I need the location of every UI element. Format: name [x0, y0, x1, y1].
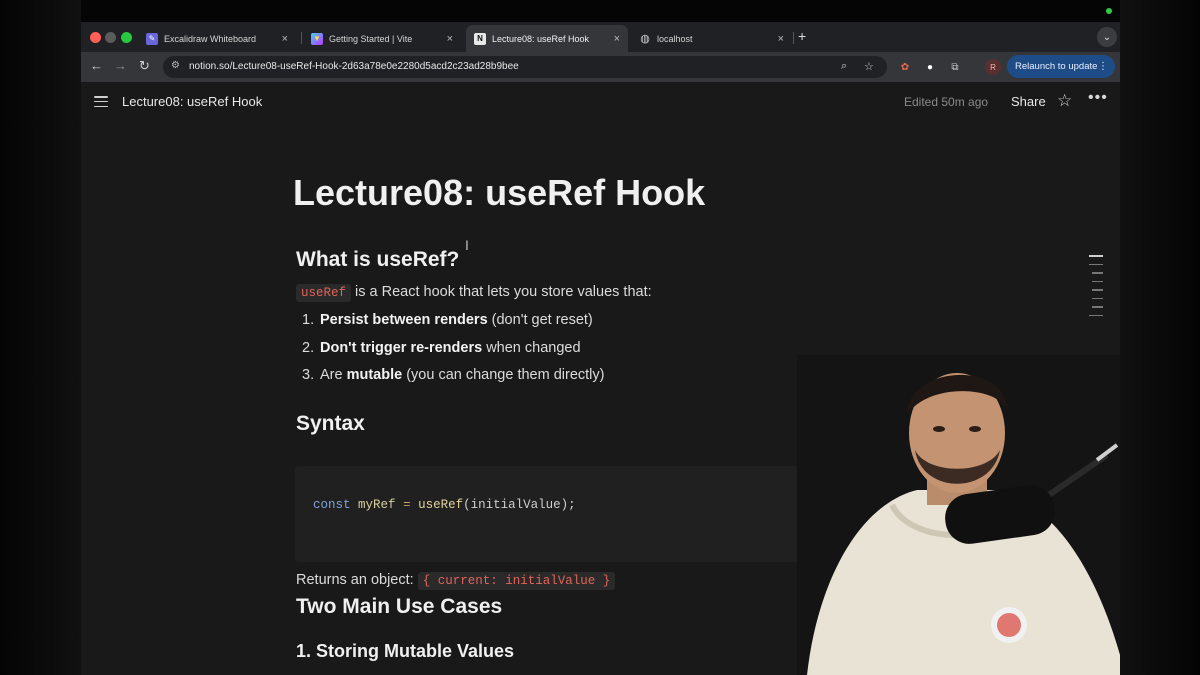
text-cursor-icon: I	[465, 237, 469, 253]
edited-timestamp: Edited 50m ago	[904, 95, 989, 109]
tab-divider	[793, 32, 794, 44]
extensions-puzzle-icon[interactable]: ⧉	[947, 59, 963, 75]
camera-indicator	[1106, 8, 1112, 14]
tab-strip: ✎ Excalidraw Whiteboard × ▼ Getting Star…	[81, 22, 1120, 52]
heading-storing-mutable[interactable]: 1. Storing Mutable Values	[296, 641, 514, 662]
table-of-contents-minimap[interactable]	[1089, 255, 1103, 323]
list-item[interactable]: 3. Are mutable (you can change them direc…	[302, 367, 604, 383]
list-item[interactable]: 2. Don't trigger re-renders when changed	[302, 340, 581, 356]
more-options-icon[interactable]: •••	[1088, 89, 1108, 107]
tab-localhost[interactable]: ◍ localhost ×	[631, 25, 792, 52]
heading-what-is-useref[interactable]: What is useRef?	[296, 248, 459, 272]
tab-divider	[301, 32, 302, 44]
minimize-window-button[interactable]	[105, 32, 116, 43]
globe-icon: ◍	[640, 33, 650, 45]
site-info-icon[interactable]: ⚙	[171, 60, 180, 71]
close-icon[interactable]: ×	[282, 33, 288, 45]
url-text[interactable]: notion.so/Lecture08-useRef-Hook-2d63a78e…	[189, 61, 519, 72]
back-arrow-icon[interactable]: ←	[90, 58, 103, 73]
tab-lecture08[interactable]: N Lecture08: useRef Hook ×	[466, 25, 628, 52]
favorite-star-icon[interactable]: ☆	[1057, 91, 1072, 111]
maximize-window-button[interactable]	[121, 32, 132, 43]
address-bar[interactable]: ⚙ notion.so/Lecture08-useRef-Hook-2d63a7…	[163, 56, 887, 78]
returns-paragraph[interactable]: Returns an object: { current: initialVal…	[296, 572, 616, 590]
browser-toolbar: ← → ↻ ⚙ notion.so/Lecture08-useRef-Hook-…	[81, 52, 1120, 82]
excalidraw-icon: ✎	[146, 32, 158, 45]
close-window-button[interactable]	[90, 32, 101, 43]
forward-arrow-icon[interactable]: →	[114, 58, 127, 73]
tab-excalidraw[interactable]: ✎ Excalidraw Whiteboard ×	[138, 25, 296, 52]
right-letterbox	[1120, 0, 1200, 675]
intro-paragraph[interactable]: useRef is a React hook that lets you sto…	[296, 284, 652, 302]
sidebar-menu-icon[interactable]	[94, 96, 108, 108]
reload-icon[interactable]: ↻	[139, 58, 150, 74]
left-letterbox	[0, 0, 81, 675]
more-vertical-icon: ⋮	[1098, 61, 1108, 72]
close-icon[interactable]: ×	[778, 33, 784, 45]
breadcrumb-page[interactable]: Lecture08: useRef Hook	[122, 94, 262, 109]
page-title[interactable]: Lecture08: useRef Hook	[293, 172, 705, 214]
extension-icon[interactable]: ✿	[897, 59, 913, 75]
extension-icon[interactable]: ●	[922, 59, 938, 75]
notion-icon: N	[474, 32, 486, 45]
share-button[interactable]: Share	[1011, 94, 1046, 109]
tab-vite[interactable]: ▼ Getting Started | Vite ×	[303, 25, 461, 52]
close-icon[interactable]: ×	[614, 33, 620, 45]
webcam-overlay	[797, 355, 1120, 675]
zoom-icon[interactable]: ⌕	[841, 60, 847, 73]
relaunch-button[interactable]: Relaunch to update ⋮	[1007, 55, 1115, 78]
tab-search-button[interactable]: ⌄	[1097, 27, 1117, 47]
code-line: const myRef = useRef(initialValue);	[313, 498, 576, 512]
vite-icon: ▼	[311, 32, 323, 45]
new-tab-button[interactable]: +	[798, 28, 806, 44]
top-letterbox	[81, 0, 1120, 22]
list-item[interactable]: 1. Persist between renders (don't get res…	[302, 312, 593, 328]
close-icon[interactable]: ×	[447, 33, 453, 45]
heading-use-cases[interactable]: Two Main Use Cases	[296, 595, 502, 619]
heading-syntax[interactable]: Syntax	[296, 412, 365, 436]
profile-avatar[interactable]: R	[985, 59, 1001, 75]
inline-code: useRef	[296, 284, 352, 302]
bookmark-star-icon[interactable]: ☆	[864, 60, 874, 73]
presenter-video	[797, 355, 1120, 675]
notion-topbar: Lecture08: useRef Hook Edited 50m ago Sh…	[81, 82, 1120, 122]
inline-code: { current: initialValue }	[417, 572, 616, 590]
